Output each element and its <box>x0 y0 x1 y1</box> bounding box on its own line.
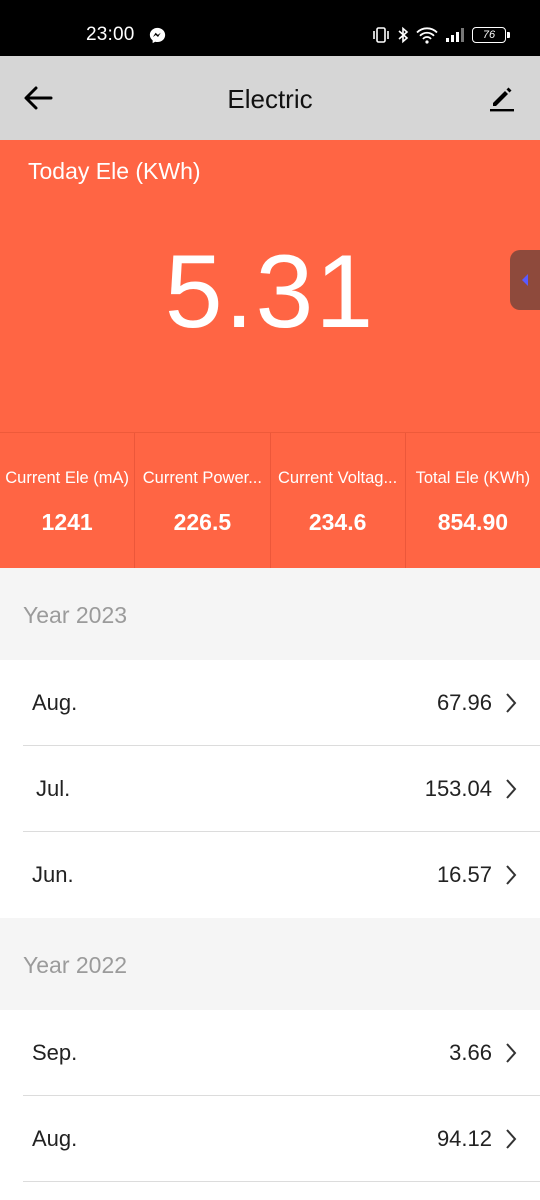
year-header: Year 2023 <box>0 568 540 660</box>
month-name: Jun. <box>32 862 74 887</box>
stat-label: Current Power... <box>142 469 262 487</box>
battery-level: 76 <box>482 29 496 41</box>
month-value: 16.57 <box>436 862 492 887</box>
chevron-right-icon <box>506 865 517 885</box>
page-title: Electric <box>227 84 313 114</box>
list-item[interactable]: Aug. 94.12 <box>0 1096 540 1182</box>
month-name: Aug. <box>32 1126 78 1151</box>
stats-row: Current Ele (mA) 1241 Current Power... 2… <box>0 432 540 568</box>
list-item[interactable]: Jun. 16.57 <box>0 832 540 918</box>
stat-value: 1241 <box>41 509 93 535</box>
stat-label: Current Voltag... <box>278 469 398 487</box>
stat-value: 226.5 <box>173 509 232 535</box>
pencil-icon <box>490 87 514 112</box>
chevron-right-icon <box>506 693 517 713</box>
bluetooth-icon <box>398 26 409 44</box>
list-item[interactable]: Sep. 3.66 <box>0 1010 540 1096</box>
month-value: 153.04 <box>424 776 492 801</box>
stat-label: Total Ele (KWh) <box>415 469 531 487</box>
wifi-icon <box>416 27 438 44</box>
today-usage-panel: Today Ele (KWh) 5.31 <box>0 140 540 432</box>
stat-total-ele: Total Ele (KWh) 854.90 <box>404 433 540 568</box>
chevron-right-icon <box>506 779 517 799</box>
messenger-icon <box>149 27 166 44</box>
stat-current-power: Current Power... 226.5 <box>134 433 269 568</box>
year-header: Year 2022 <box>0 918 540 1010</box>
month-name: Aug. <box>32 690 78 715</box>
today-usage-value: 5.31 <box>164 234 376 350</box>
stat-label: Current Ele (mA) <box>5 469 130 487</box>
month-name: Jul. <box>36 776 71 801</box>
stat-value: 234.6 <box>308 509 367 535</box>
side-drawer-tab[interactable] <box>510 250 540 310</box>
today-usage-label: Today Ele (KWh) <box>28 158 201 184</box>
year-label: Year 2023 <box>23 602 128 628</box>
battery-icon: 76 <box>472 27 510 43</box>
status-time: 23:00 <box>86 24 135 45</box>
chevron-right-icon <box>506 1129 517 1149</box>
month-name: Sep. <box>32 1040 78 1065</box>
month-value: 67.96 <box>436 690 492 715</box>
list-item[interactable]: Jul. 153.04 <box>0 746 540 832</box>
history-list: Year 2023 Aug. 67.96 Jul. 153.04 Jun. 16… <box>0 568 540 1182</box>
divider <box>23 1181 540 1182</box>
chevron-right-icon <box>506 1043 517 1063</box>
stat-current-ele: Current Ele (mA) 1241 <box>0 433 134 568</box>
signal-icon <box>446 28 464 42</box>
status-icons: 76 <box>372 24 510 46</box>
year-label: Year 2022 <box>23 952 128 978</box>
status-bar: 23:00 76 <box>0 0 540 56</box>
month-value: 3.66 <box>449 1040 492 1065</box>
list-item[interactable]: Aug. 67.96 <box>0 660 540 746</box>
stat-value: 854.90 <box>437 509 509 535</box>
month-value: 94.12 <box>436 1126 492 1151</box>
vibrate-icon <box>373 27 389 43</box>
edit-button[interactable] <box>484 80 520 116</box>
caret-left-icon <box>522 274 528 286</box>
app-bar: Electric <box>0 56 540 140</box>
stat-current-voltage: Current Voltag... 234.6 <box>269 433 405 568</box>
